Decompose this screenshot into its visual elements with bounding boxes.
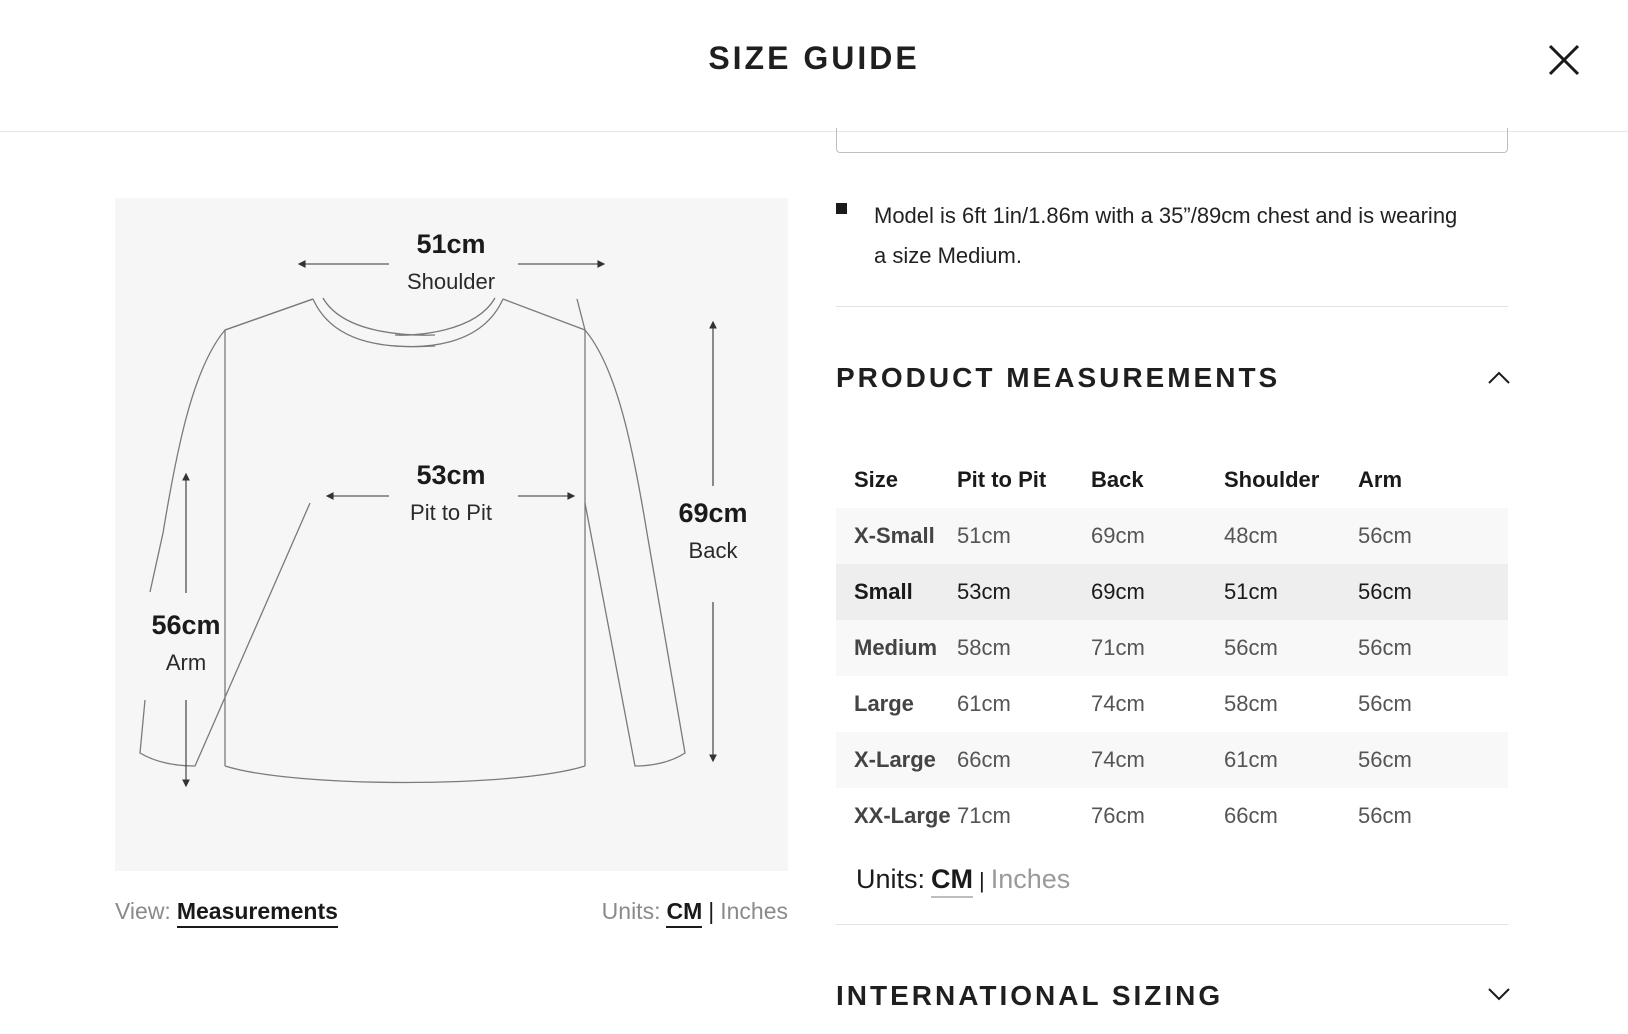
table-cell: 76cm bbox=[1091, 803, 1145, 828]
table-cell: 66cm bbox=[957, 732, 1091, 788]
model-note-text: Model is 6ft 1in/1.86m with a 35”/89cm c… bbox=[874, 203, 1458, 268]
size-cell: XX-Large bbox=[854, 803, 951, 828]
table-cell: 56cm bbox=[1358, 732, 1508, 788]
table-row: X-Small 51cm 69cm 48cm 56cm bbox=[836, 508, 1508, 564]
table-cell: 56cm bbox=[1358, 508, 1508, 564]
divider bbox=[836, 306, 1508, 307]
table-cell: 53cm bbox=[957, 564, 1091, 620]
table-units-cm-link[interactable]: CM bbox=[931, 864, 974, 898]
table-cell: 71cm bbox=[957, 803, 1011, 828]
collapse-measurements-button[interactable] bbox=[1488, 370, 1510, 384]
table-cell: 48cm bbox=[1224, 508, 1358, 564]
back-value: 69cm bbox=[678, 498, 748, 528]
chevron-down-icon bbox=[1488, 988, 1510, 1001]
table-row: Large 61cm 74cm 58cm 56cm bbox=[836, 676, 1508, 732]
col-header-arm: Arm bbox=[1358, 467, 1403, 492]
table-cell: 56cm bbox=[1358, 620, 1508, 676]
view-selector: View: Measurements bbox=[115, 898, 338, 928]
shoulder-name: Shoulder bbox=[406, 269, 496, 294]
bullet-square-icon bbox=[836, 203, 847, 214]
table-cell: 66cm bbox=[1224, 803, 1278, 828]
dropdown-box-edge bbox=[836, 128, 1508, 153]
units-separator: | bbox=[708, 898, 715, 924]
table-units-separator: | bbox=[979, 868, 985, 893]
col-header-size: Size bbox=[854, 467, 899, 492]
units-label: Units: bbox=[601, 898, 661, 924]
size-cell: X-Small bbox=[836, 508, 957, 564]
table-cell: 58cm bbox=[957, 620, 1091, 676]
table-cell: 58cm bbox=[1224, 691, 1278, 716]
table-cell: 56cm bbox=[1224, 620, 1358, 676]
table-units-selector: Units: CM | Inches bbox=[856, 864, 1071, 898]
measurement-diagram: 51cm Shoulder 53cm Pit to Pit 69cm Back … bbox=[115, 198, 788, 871]
measurements-table: Size Pit to Pit Back Shoulder Arm X-Smal… bbox=[836, 452, 1508, 844]
modal-header: SIZE GUIDE bbox=[0, 0, 1628, 132]
divider bbox=[836, 924, 1508, 925]
view-label: View: bbox=[115, 898, 171, 924]
table-cell: 69cm bbox=[1091, 564, 1224, 620]
close-icon bbox=[1548, 44, 1580, 76]
table-cell: 56cm bbox=[1358, 691, 1412, 716]
figure-units-selector: Units: CM | Inches bbox=[601, 898, 788, 928]
size-cell: Large bbox=[854, 691, 914, 716]
table-cell: 56cm bbox=[1358, 803, 1412, 828]
table-cell: 74cm bbox=[1091, 691, 1145, 716]
arm-value: 56cm bbox=[151, 610, 221, 640]
expand-international-button[interactable] bbox=[1488, 988, 1510, 1002]
shoulder-label: 51cm Shoulder bbox=[371, 228, 531, 296]
table-cell: 61cm bbox=[957, 691, 1011, 716]
arm-name: Arm bbox=[165, 650, 207, 675]
table-cell: 51cm bbox=[1224, 564, 1358, 620]
arm-label: 56cm Arm bbox=[106, 609, 266, 677]
table-units-label: Units: bbox=[856, 864, 926, 894]
back-label: 69cm Back bbox=[633, 497, 793, 565]
table-cell: 61cm bbox=[1224, 732, 1358, 788]
table-cell: 51cm bbox=[957, 508, 1091, 564]
size-cell: Small bbox=[836, 564, 957, 620]
table-row-selected: Small 53cm 69cm 51cm 56cm bbox=[836, 564, 1508, 620]
international-sizing-title[interactable]: INTERNATIONAL SIZING bbox=[836, 980, 1223, 1012]
back-name: Back bbox=[688, 538, 738, 563]
table-row: XX-Large 71cm 76cm 66cm 56cm bbox=[836, 788, 1508, 844]
view-measurements-link[interactable]: Measurements bbox=[176, 898, 338, 928]
pit-to-pit-value: 53cm bbox=[416, 460, 486, 490]
shoulder-value: 51cm bbox=[416, 229, 486, 259]
size-cell: Medium bbox=[836, 620, 957, 676]
table-units-inches-link[interactable]: Inches bbox=[991, 864, 1071, 894]
table-cell: 69cm bbox=[1091, 508, 1224, 564]
table-row: X-Large 66cm 74cm 61cm 56cm bbox=[836, 732, 1508, 788]
modal-title: SIZE GUIDE bbox=[708, 40, 920, 76]
size-cell: X-Large bbox=[836, 732, 957, 788]
table-cell: 71cm bbox=[1091, 620, 1224, 676]
col-header-shoulder: Shoulder bbox=[1224, 467, 1320, 492]
table-cell: 74cm bbox=[1091, 732, 1224, 788]
col-header-pit-to-pit: Pit to Pit bbox=[957, 467, 1047, 492]
table-cell: 56cm bbox=[1358, 564, 1508, 620]
col-header-back: Back bbox=[1091, 467, 1144, 492]
chevron-up-icon bbox=[1488, 371, 1510, 384]
table-header-row: Size Pit to Pit Back Shoulder Arm bbox=[836, 452, 1508, 508]
units-inches-link[interactable]: Inches bbox=[720, 898, 788, 924]
units-cm-link[interactable]: CM bbox=[666, 898, 703, 928]
close-button[interactable] bbox=[1546, 42, 1582, 78]
pit-to-pit-name: Pit to Pit bbox=[410, 500, 492, 525]
table-row: Medium 58cm 71cm 56cm 56cm bbox=[836, 620, 1508, 676]
pit-to-pit-label: 53cm Pit to Pit bbox=[371, 459, 531, 527]
product-measurements-title[interactable]: PRODUCT MEASUREMENTS bbox=[836, 362, 1280, 394]
